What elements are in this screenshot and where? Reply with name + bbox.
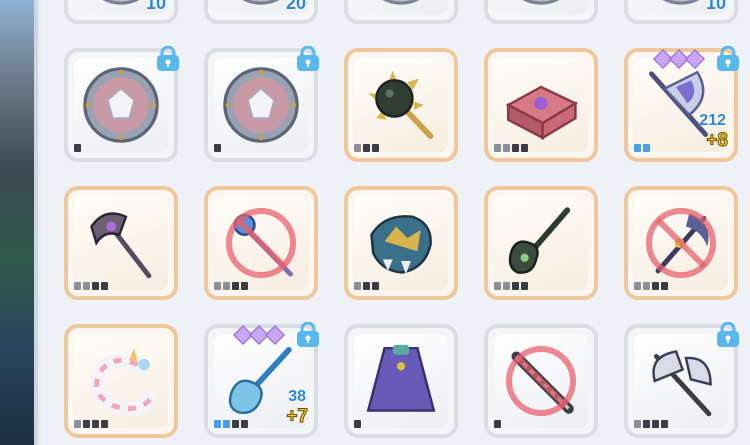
rarity-bars	[354, 420, 361, 428]
item-count: 38	[288, 388, 306, 405]
shield-icon	[80, 64, 162, 146]
ban-icon	[506, 346, 576, 416]
ban-icon	[646, 208, 716, 278]
rarity-bars	[74, 282, 108, 290]
shield-icon	[360, 0, 442, 8]
inventory-slot[interactable]	[344, 0, 458, 24]
rarity-bars	[214, 282, 248, 290]
item-count: 212	[699, 112, 726, 129]
dark-axe-icon	[80, 202, 162, 284]
inventory-grid: 10 20 10 212 +8 38 +7	[42, 0, 750, 445]
dragon-gauntlet-icon	[360, 202, 442, 284]
upgrade-level: +8	[706, 130, 729, 152]
inventory-slot[interactable]: 10	[64, 0, 178, 24]
inventory-slot-double-axe[interactable]	[624, 322, 739, 438]
lock-icon	[717, 46, 739, 71]
item-count: 10	[705, 0, 726, 13]
inventory-slot-dark-axe[interactable]	[64, 186, 178, 300]
rarity-bars	[634, 420, 668, 428]
lock-icon	[297, 322, 319, 347]
ban-icon	[226, 208, 296, 278]
lock-icon	[157, 46, 179, 71]
spiked-mace-icon	[360, 64, 442, 146]
inventory-slot-mace[interactable]	[344, 48, 458, 162]
shield-icon	[220, 64, 302, 146]
rarity-bars	[214, 144, 221, 152]
unicorn-ring-icon	[80, 340, 162, 422]
rarity-bars	[74, 144, 81, 152]
inventory-slot[interactable]: 20	[204, 0, 318, 24]
rarity-bars	[74, 420, 108, 428]
guitar-blade-icon	[500, 202, 582, 284]
rarity-bars	[494, 420, 501, 428]
rarity-bars	[214, 420, 248, 428]
shield-icon	[500, 0, 582, 8]
inventory-slot[interactable]	[484, 0, 598, 24]
upgrade-level: +7	[286, 406, 309, 428]
inventory-slot-purple-cape[interactable]	[344, 324, 458, 438]
lock-icon	[717, 322, 739, 347]
inventory-slot-battle-axe[interactable]: 212 +8	[624, 46, 739, 162]
treasure-chest-icon	[500, 64, 582, 146]
rarity-bars	[634, 144, 650, 152]
inventory-slot-ice-guitar[interactable]: 38 +7	[204, 322, 319, 438]
rarity-bars	[494, 282, 528, 290]
inventory-slot-shield[interactable]	[64, 46, 179, 162]
inventory-slot-staff[interactable]	[204, 186, 318, 300]
item-count: 20	[285, 0, 306, 13]
rarity-bars	[354, 282, 379, 290]
item-count: 10	[145, 0, 166, 13]
inventory-slot-gauntlet[interactable]	[344, 186, 458, 300]
lock-icon	[297, 46, 319, 71]
purple-cape-icon	[360, 340, 442, 422]
inventory-slot-shield[interactable]	[204, 46, 319, 162]
rarity-bars	[354, 144, 379, 152]
inventory-slot-crescent-staff[interactable]	[624, 186, 738, 300]
background-scene	[0, 0, 38, 445]
inventory-slot-chain-blade[interactable]	[484, 324, 598, 438]
inventory-slot[interactable]: 10	[624, 0, 738, 24]
inventory-slot-chest[interactable]	[484, 48, 598, 162]
rarity-bars	[494, 144, 528, 152]
double-axe-icon	[640, 340, 722, 422]
rarity-bars	[634, 282, 668, 290]
inventory-slot-unicorn-ring[interactable]	[64, 324, 178, 438]
inventory-slot-guitar-blade[interactable]	[484, 186, 598, 300]
